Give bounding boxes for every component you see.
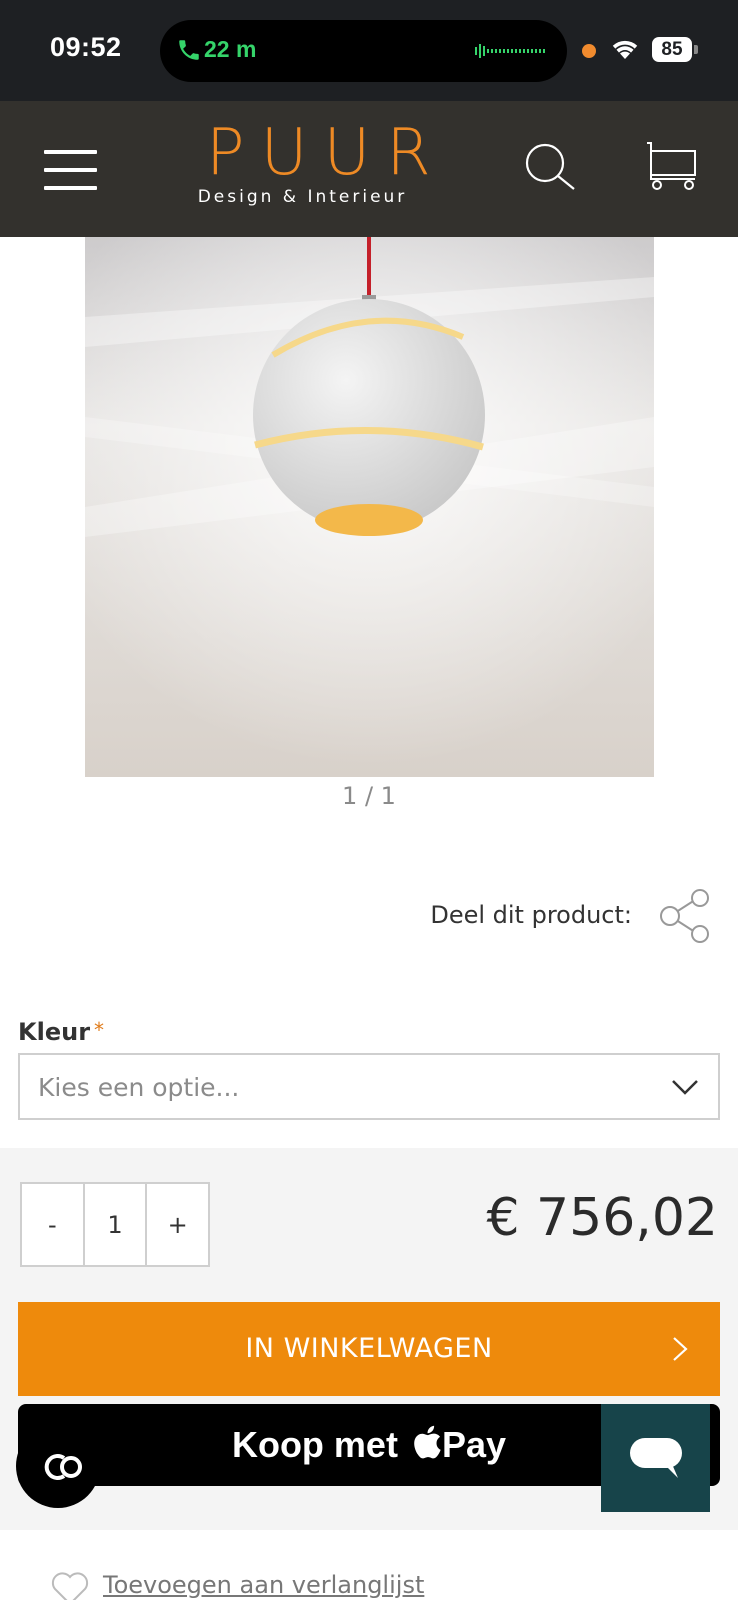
pendant-lamp-photo — [85, 237, 654, 777]
cookie-consent-badge[interactable] — [16, 1424, 100, 1508]
quantity-stepper: - 1 + — [20, 1182, 210, 1267]
required-mark: * — [94, 1018, 105, 1042]
apple-pay-suffix: Pay — [441, 1424, 507, 1465]
share-label: Deel dit product: — [430, 901, 632, 929]
site-header: PUUR Design & Interieur — [0, 101, 738, 237]
call-duration: 22 m — [204, 36, 257, 62]
apple-logo-icon — [414, 1425, 441, 1459]
search-icon[interactable] — [521, 141, 577, 191]
co-logo-icon — [44, 1454, 82, 1480]
add-to-wishlist-link[interactable]: Toevoegen aan verlanglijst — [103, 1571, 424, 1599]
logo-tagline: Design & Interieur — [197, 187, 408, 207]
product-image[interactable] — [85, 237, 654, 777]
battery-indicator: 85 — [652, 37, 698, 62]
hamburger-menu-icon[interactable] — [44, 150, 97, 190]
chat-button[interactable] — [601, 1404, 710, 1512]
share-icon[interactable] — [658, 888, 712, 944]
wifi-icon — [612, 40, 638, 59]
cart-icon[interactable] — [645, 141, 697, 191]
puur-logo[interactable]: PUUR Design & Interieur — [190, 116, 447, 207]
phone-icon — [179, 40, 199, 60]
qty-increase-button[interactable]: + — [147, 1184, 208, 1265]
audio-waveform-icon — [475, 44, 545, 58]
logo-wordmark: PUUR — [206, 116, 447, 190]
chevron-down-icon — [672, 1080, 698, 1095]
qty-decrease-button[interactable]: - — [22, 1184, 85, 1265]
status-bar: 09:52 22 m 85 — [0, 0, 738, 101]
status-time: 09:52 — [50, 32, 122, 62]
select-placeholder: Kies een optie... — [38, 1073, 240, 1102]
apple-pay-prefix: Koop met — [231, 1424, 398, 1465]
battery-level: 85 — [661, 39, 683, 60]
chat-bubble-icon — [630, 1438, 682, 1478]
qty-input[interactable]: 1 — [85, 1184, 148, 1265]
kleur-label-text: Kleur — [18, 1018, 91, 1046]
gallery-counter: 1 / 1 — [342, 782, 396, 810]
add-to-cart-button[interactable]: IN WINKELWAGEN — [18, 1302, 720, 1396]
privacy-indicator-dot — [582, 44, 596, 58]
heart-icon[interactable] — [50, 1570, 90, 1600]
kleur-label: Kleur * — [18, 1018, 104, 1046]
kleur-select[interactable]: Kies een optie... — [18, 1053, 720, 1120]
product-price: € 756,02 — [486, 1188, 718, 1248]
dynamic-island[interactable]: 22 m — [160, 20, 567, 82]
add-to-cart-label: IN WINKELWAGEN — [245, 1333, 493, 1364]
chevron-right-icon — [673, 1337, 688, 1361]
